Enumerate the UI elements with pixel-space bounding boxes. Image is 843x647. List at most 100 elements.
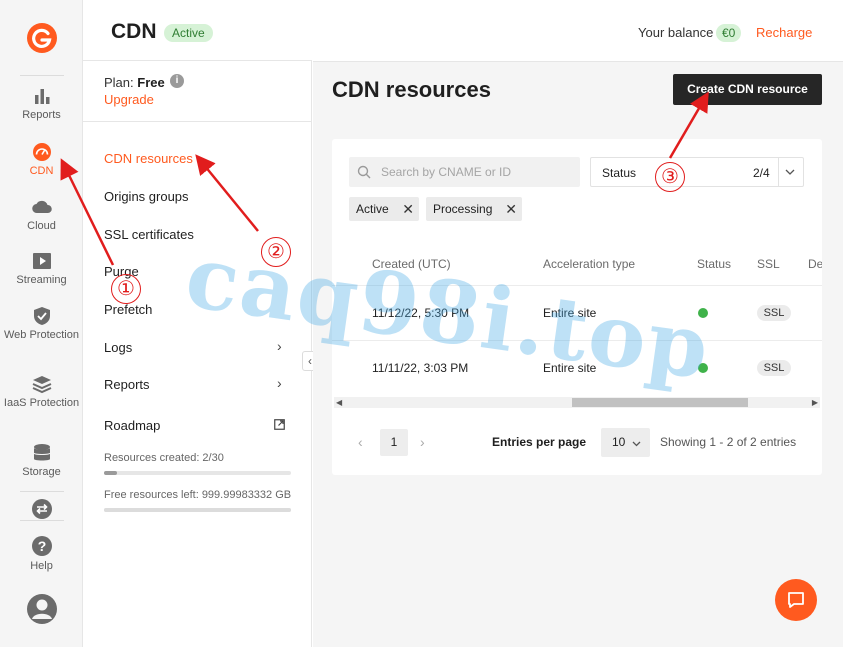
filter-chip-processing: Processing ✕ <box>426 197 522 221</box>
chevron-right-icon: › <box>277 338 282 354</box>
info-icon[interactable]: i <box>170 74 184 88</box>
close-icon[interactable]: ✕ <box>505 197 517 221</box>
entries-per-page-select[interactable]: 10 <box>601 428 650 457</box>
rail-item-streaming[interactable]: Streaming <box>0 251 83 287</box>
gcore-logo-icon[interactable] <box>26 22 58 54</box>
prev-page-icon[interactable]: ‹ <box>358 434 363 450</box>
stack-icon <box>32 376 51 394</box>
column-header-ssl[interactable]: SSL <box>757 257 780 271</box>
swap-arrows-icon <box>31 499 52 519</box>
rail-item-label: Streaming <box>16 274 67 286</box>
plan-value: Free <box>137 75 165 90</box>
ssl-badge: SSL <box>757 360 791 376</box>
sidebar-item-prefetch[interactable]: Prefetch <box>104 302 152 317</box>
status-filter-count: 2/4 <box>753 166 770 180</box>
rail-item-web-protection[interactable]: Web Protection <box>0 306 83 342</box>
sidebar-item-ssl-certificates[interactable]: SSL certificates <box>104 227 194 242</box>
status-active-dot <box>698 363 708 373</box>
annotation-marker-3: ③ <box>655 162 685 192</box>
play-icon <box>32 253 51 269</box>
rail-item-label: Cloud <box>27 220 56 232</box>
entries-per-page-label: Entries per page <box>492 435 587 449</box>
status-badge: Active <box>164 24 213 42</box>
recharge-link[interactable]: Recharge <box>756 25 812 40</box>
sidebar-item-logs[interactable]: Logs <box>104 340 132 355</box>
column-header-acceleration[interactable]: Acceleration type <box>543 257 635 271</box>
rail-divider <box>20 75 64 76</box>
search-icon <box>357 165 371 179</box>
create-cdn-resource-button[interactable]: Create CDN resource <box>673 74 822 105</box>
sidebar-item-cdn-resources[interactable]: CDN resources <box>104 151 193 166</box>
plan-label: Plan: <box>104 75 134 90</box>
cloud-icon <box>31 200 52 214</box>
progress-fill <box>104 508 291 512</box>
rail-item-label: CDN <box>29 165 54 177</box>
resources-created-bar <box>104 471 291 475</box>
status-filter-select[interactable]: Status 2/4 <box>590 157 804 187</box>
page-title: CDN <box>111 20 157 43</box>
rail-item-storage[interactable]: Storage <box>0 443 83 479</box>
scrollbar-thumb[interactable] <box>572 398 748 407</box>
column-header-status[interactable]: Status <box>697 257 731 271</box>
sidebar-item-roadmap[interactable]: Roadmap <box>104 418 160 433</box>
chevron-right-icon: › <box>277 375 282 391</box>
rail-item-help[interactable]: ? Help <box>0 535 83 573</box>
chip-label: Processing <box>433 202 493 216</box>
rail-item-label: Help <box>30 560 53 572</box>
sidebar-divider <box>83 121 312 122</box>
showing-entries-text: Showing 1 - 2 of 2 entries <box>660 435 797 449</box>
cell-created: 11/11/22, 3:03 PM <box>372 361 469 375</box>
progress-fill <box>104 471 117 475</box>
search-input[interactable] <box>349 157 580 187</box>
row-divider <box>332 285 822 286</box>
page-number-button[interactable]: 1 <box>380 429 408 456</box>
select-divider <box>778 158 779 186</box>
external-link-icon <box>274 419 285 430</box>
filter-chip-active: Active ✕ <box>349 197 419 221</box>
rail-item-cdn[interactable]: CDN <box>0 142 83 178</box>
chat-button[interactable] <box>775 579 817 621</box>
rail-item-reports[interactable]: Reports <box>0 86 83 122</box>
question-icon: ? <box>31 536 52 556</box>
shield-check-icon <box>33 307 50 325</box>
scroll-left-icon[interactable]: ◀ <box>336 398 342 407</box>
horizontal-scrollbar[interactable]: ◀ ▶ <box>334 397 820 408</box>
rail-item-iaas-protection[interactable]: IaaS Protection <box>0 374 83 410</box>
resources-created-label: Resources created: 2/30 <box>104 452 224 464</box>
rail-item-label: Reports <box>22 109 61 121</box>
sidebar-item-origins-groups[interactable]: Origins groups <box>104 189 189 204</box>
database-icon <box>33 444 50 461</box>
annotation-marker-1: ① <box>111 274 141 304</box>
chevron-down-icon <box>785 169 795 175</box>
scroll-right-icon[interactable]: ▶ <box>812 398 818 407</box>
rail-item-label: Web Protection <box>3 329 79 341</box>
svg-text:?: ? <box>37 538 46 554</box>
rail-item-cloud[interactable]: Cloud <box>0 197 83 233</box>
speedometer-icon <box>32 143 51 161</box>
row-divider <box>332 340 822 341</box>
cell-created: 11/12/22, 5:30 PM <box>372 306 470 320</box>
sidebar-item-reports[interactable]: Reports <box>104 377 150 392</box>
user-avatar-icon <box>26 594 57 624</box>
close-icon[interactable]: ✕ <box>402 197 414 221</box>
cell-acceleration: Entire site <box>543 361 597 375</box>
bar-chart-icon <box>34 89 49 104</box>
chevron-down-icon <box>632 441 641 447</box>
rail-item-label: Storage <box>22 466 61 478</box>
annotation-marker-2: ② <box>261 237 291 267</box>
rail-divider <box>20 491 64 492</box>
upgrade-link[interactable]: Upgrade <box>104 92 154 107</box>
rail-item-profile[interactable] <box>0 593 83 628</box>
icon-rail: Reports CDN Cloud Streaming Web Protecti… <box>0 0 83 647</box>
next-page-icon[interactable]: › <box>420 434 425 450</box>
entries-value: 10 <box>612 435 626 449</box>
column-header-truncated[interactable]: De <box>808 257 822 271</box>
free-resources-label: Free resources left: 999.99983332 GB <box>104 489 292 501</box>
column-header-created[interactable]: Created (UTC) <box>372 257 451 271</box>
plan-info: Plan: Free <box>104 75 165 90</box>
rail-item-label: IaaS Protection <box>3 397 80 409</box>
chip-label: Active <box>356 202 389 216</box>
ssl-badge: SSL <box>757 305 791 321</box>
section-title: CDN resources <box>332 77 491 102</box>
free-resources-bar <box>104 508 291 512</box>
